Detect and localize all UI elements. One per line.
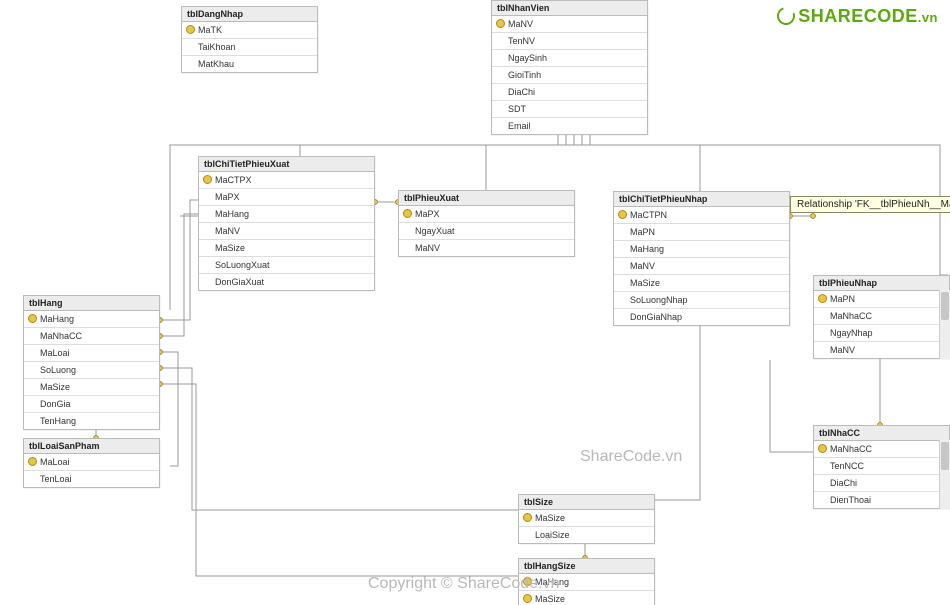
table-tblChiTietPhieuXuat[interactable]: tblChiTietPhieuXuatMaCTPXMaPXMaHangMaNVM… xyxy=(198,156,375,291)
table-column[interactable]: NgayNhap xyxy=(814,324,949,341)
table-column[interactable]: MaCTPN xyxy=(614,207,789,223)
table-tblPhieuNhap[interactable]: tblPhieuNhapMaPNMaNhaCCNgayNhapMaNV xyxy=(813,275,950,359)
table-column[interactable]: MaHang xyxy=(199,205,374,222)
table-column[interactable]: MaCTPX xyxy=(199,172,374,188)
table-column[interactable]: MaNV xyxy=(492,16,647,32)
table-column[interactable]: MaHang xyxy=(614,240,789,257)
table-column[interactable]: MaSize xyxy=(614,274,789,291)
table-column[interactable]: DonGiaXuat xyxy=(199,273,374,290)
table-tblChiTietPhieuNhap[interactable]: tblChiTietPhieuNhapMaCTPNMaPNMaHangMaNVM… xyxy=(613,191,790,326)
table-column[interactable]: TenNCC xyxy=(814,457,949,474)
table-column[interactable]: MaNV xyxy=(399,239,574,256)
scrollbar[interactable] xyxy=(939,440,950,509)
table-column[interactable]: TenHang xyxy=(24,412,159,429)
table-column[interactable]: MaSize xyxy=(519,510,654,526)
table-column[interactable]: TaiKhoan xyxy=(182,38,317,55)
table-tblNhanVien[interactable]: tblNhanVienMaNVTenNVNgaySinhGioiTinhDiaC… xyxy=(491,0,648,135)
table-column[interactable]: MatKhau xyxy=(182,55,317,72)
table-column[interactable]: MaNhaCC xyxy=(24,327,159,344)
table-column[interactable]: MaNV xyxy=(814,341,949,358)
table-column[interactable]: MaSize xyxy=(199,239,374,256)
table-column[interactable]: SoLuong xyxy=(24,361,159,378)
table-tblHangSize[interactable]: tblHangSizeMaHangMaSize xyxy=(518,558,655,605)
scrollbar-thumb[interactable] xyxy=(941,292,949,320)
table-header[interactable]: tblLoaiSanPham xyxy=(24,439,159,454)
scrollbar[interactable] xyxy=(939,290,950,359)
table-column[interactable]: MaSize xyxy=(24,378,159,395)
table-column[interactable]: MaTK xyxy=(182,22,317,38)
table-column[interactable]: MaPN xyxy=(614,223,789,240)
table-column[interactable]: GioiTinh xyxy=(492,66,647,83)
table-column[interactable]: MaLoai xyxy=(24,454,159,470)
table-column[interactable]: NgaySinh xyxy=(492,49,647,66)
diagram-canvas[interactable]: tblDangNhapMaTKTaiKhoanMatKhau tblNhanVie… xyxy=(0,0,950,605)
table-column[interactable]: DiaChi xyxy=(814,474,949,491)
table-header[interactable]: tblDangNhap xyxy=(182,7,317,22)
table-tblHang[interactable]: tblHangMaHangMaNhaCCMaLoaiSoLuongMaSizeD… xyxy=(23,295,160,430)
table-column[interactable]: MaLoai xyxy=(24,344,159,361)
scrollbar-thumb[interactable] xyxy=(941,442,949,470)
sharecode-logo: SHARECODE.vn xyxy=(777,6,938,27)
table-tblPhieuXuat[interactable]: tblPhieuXuatMaPXNgayXuatMaNV xyxy=(398,190,575,257)
table-column[interactable]: DiaChi xyxy=(492,83,647,100)
table-header[interactable]: tblHang xyxy=(24,296,159,311)
table-column[interactable]: MaPX xyxy=(199,188,374,205)
watermark-center: ShareCode.vn xyxy=(580,448,682,466)
table-tblNhaCC[interactable]: tblNhaCCMaNhaCCTenNCCDiaChiDienThoai xyxy=(813,425,950,509)
recycle-icon xyxy=(777,7,795,25)
table-column[interactable]: DonGia xyxy=(24,395,159,412)
table-header[interactable]: tblNhaCC xyxy=(814,426,949,441)
table-column[interactable]: SoLuongNhap xyxy=(614,291,789,308)
table-tblSize[interactable]: tblSizeMaSizeLoaiSize xyxy=(518,494,655,544)
table-header[interactable]: tblPhieuNhap xyxy=(814,276,949,291)
table-tblDangNhap[interactable]: tblDangNhapMaTKTaiKhoanMatKhau xyxy=(181,6,318,73)
table-column[interactable]: DonGiaNhap xyxy=(614,308,789,325)
table-column[interactable]: MaNhaCC xyxy=(814,441,949,457)
table-header[interactable]: tblSize xyxy=(519,495,654,510)
table-header[interactable]: tblChiTietPhieuXuat xyxy=(199,157,374,172)
table-column[interactable]: MaPN xyxy=(814,291,949,307)
table-column[interactable]: Email xyxy=(492,117,647,134)
table-column[interactable]: MaNV xyxy=(614,257,789,274)
table-column[interactable]: TenLoai xyxy=(24,470,159,487)
table-column[interactable]: NgayXuat xyxy=(399,222,574,239)
table-header[interactable]: tblPhieuXuat xyxy=(399,191,574,206)
table-header[interactable]: tblNhanVien xyxy=(492,1,647,16)
table-column[interactable]: MaNV xyxy=(199,222,374,239)
table-column[interactable]: LoaiSize xyxy=(519,526,654,543)
table-header[interactable]: tblHangSize xyxy=(519,559,654,574)
table-column[interactable]: SDT xyxy=(492,100,647,117)
table-column[interactable]: TenNV xyxy=(492,32,647,49)
table-column[interactable]: MaNhaCC xyxy=(814,307,949,324)
table-column[interactable]: MaSize xyxy=(519,590,654,605)
relationship-tooltip: Relationship 'FK__tblPhieuNh__Ma xyxy=(790,196,950,213)
table-column[interactable]: SoLuongXuat xyxy=(199,256,374,273)
table-column[interactable]: MaHang xyxy=(519,574,654,590)
table-header[interactable]: tblChiTietPhieuNhap xyxy=(614,192,789,207)
table-column[interactable]: DienThoai xyxy=(814,491,949,508)
table-column[interactable]: MaPX xyxy=(399,206,574,222)
table-tblLoaiSanPham[interactable]: tblLoaiSanPhamMaLoaiTenLoai xyxy=(23,438,160,488)
table-column[interactable]: MaHang xyxy=(24,311,159,327)
